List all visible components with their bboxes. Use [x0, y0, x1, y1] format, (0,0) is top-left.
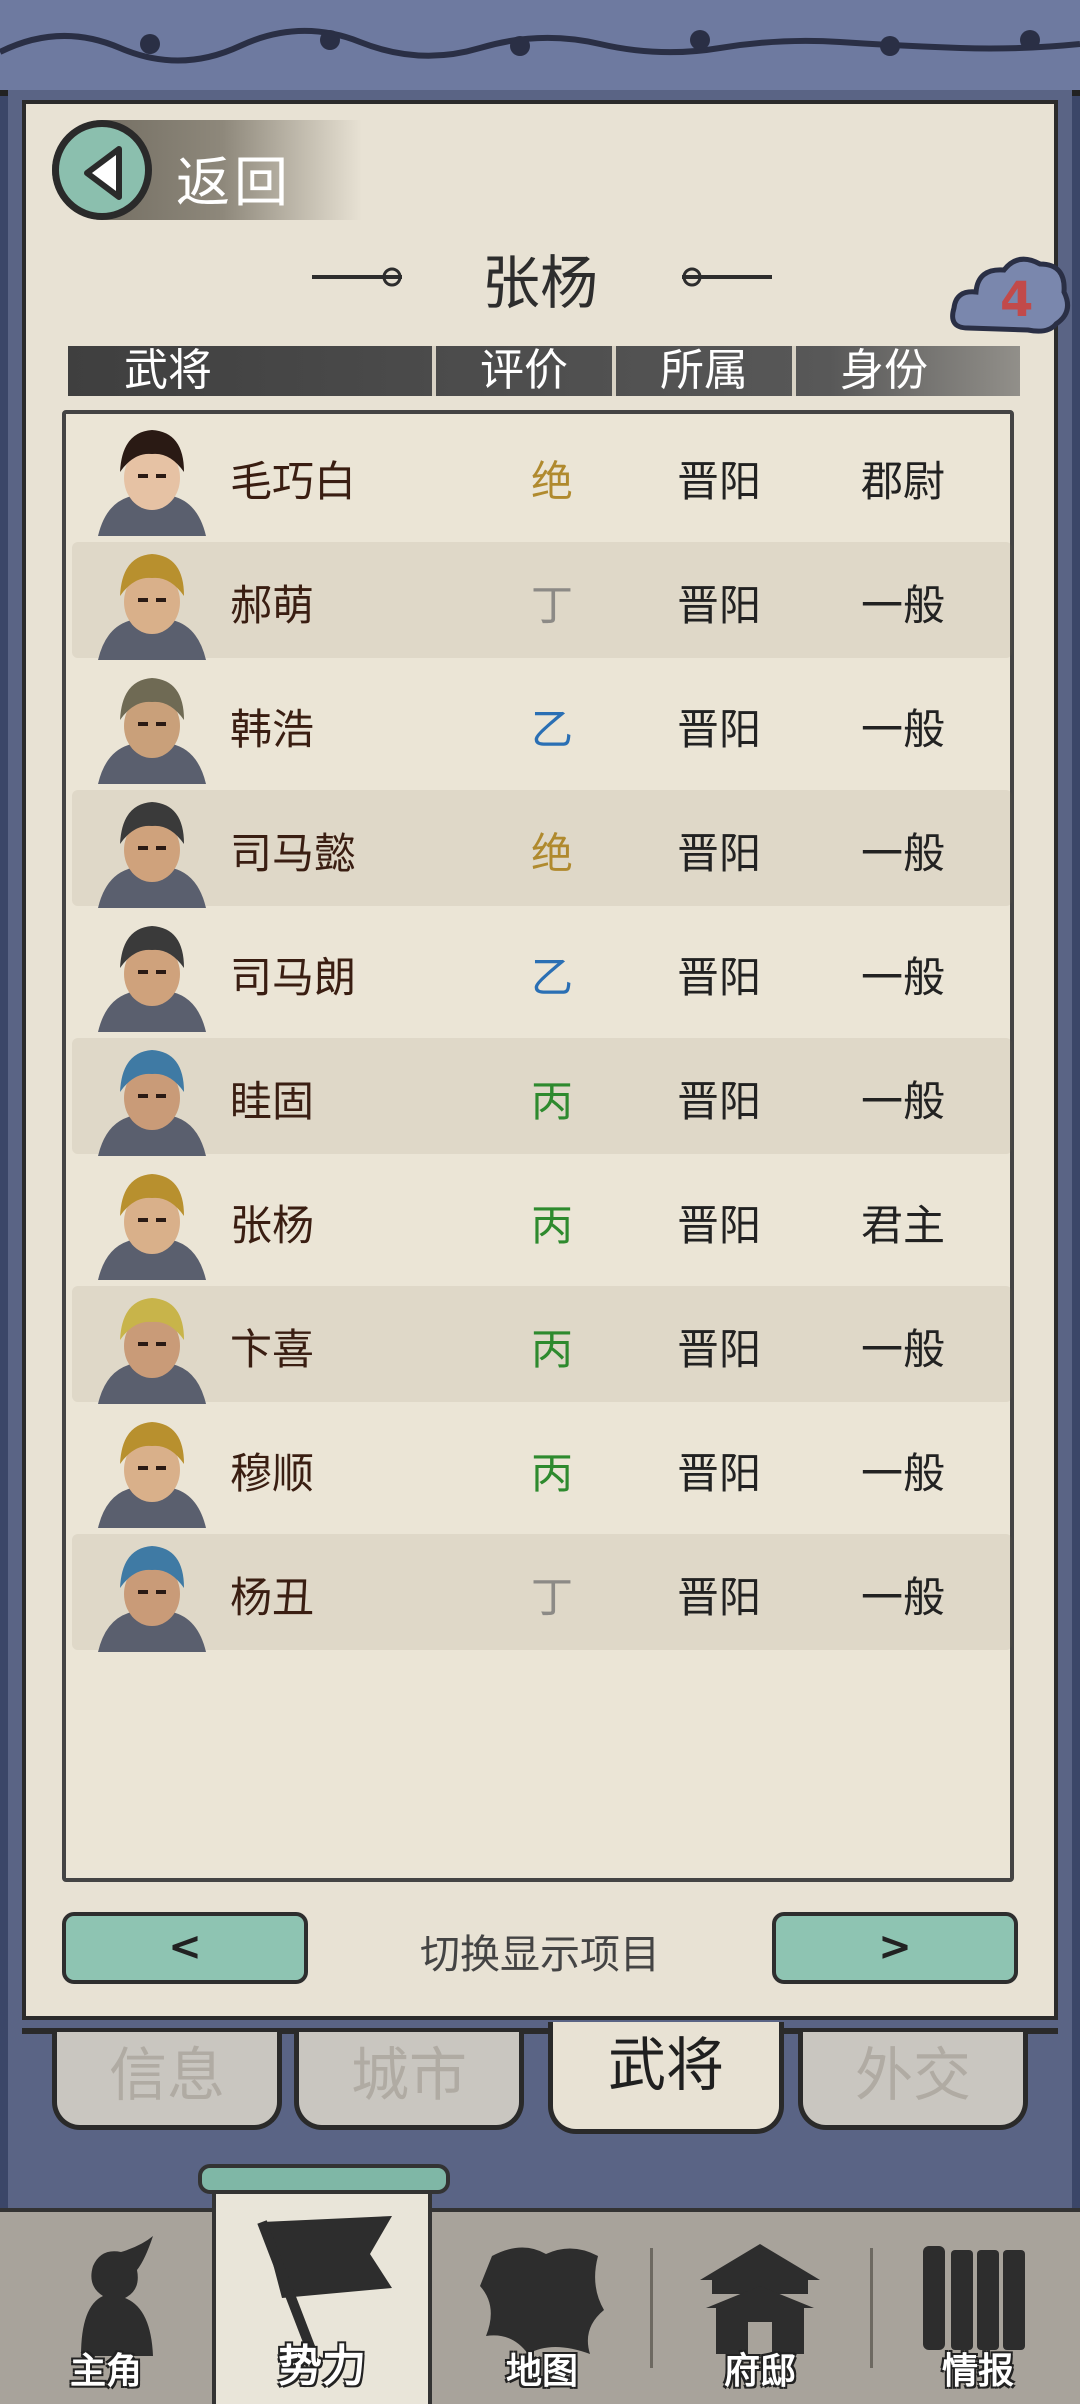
table-header: 武将 评价 所属 身份: [68, 346, 1020, 396]
gold-helmet-portrait: [98, 1174, 206, 1280]
nav-faction[interactable]: 势力: [212, 2182, 432, 2404]
general-name: 司马朗: [230, 953, 357, 1002]
general-status: 一般: [860, 705, 945, 754]
general-name: 眭固: [230, 1077, 315, 1126]
nav-intel[interactable]: 情报: [872, 2212, 1080, 2404]
title-ornament-right-icon: [682, 267, 772, 287]
warrior-icon: [81, 2236, 153, 2356]
general-grade: 丁: [530, 581, 573, 630]
nav-map[interactable]: 地图: [436, 2212, 648, 2404]
top-banner: [0, 0, 1080, 96]
general-grade: 丙: [530, 1325, 573, 1374]
next-display-button[interactable]: >: [772, 1912, 1018, 1984]
general-row[interactable]: 韩浩 乙 晋阳 一般: [72, 666, 1012, 784]
nav-label: 地图: [505, 2350, 578, 2392]
general-name: 韩浩: [230, 705, 315, 754]
blue-turban-portrait: [98, 1546, 206, 1652]
general-name: 司马懿: [230, 829, 357, 878]
general-status: 君主: [860, 1201, 945, 1250]
nav-label: 府邸: [723, 2350, 796, 2392]
general-affiliation: 晋阳: [676, 1325, 761, 1374]
badge-count: 4: [1000, 272, 1034, 328]
tab-info[interactable]: 信息: [52, 2032, 282, 2130]
helmet-portrait: [98, 678, 206, 784]
scroll-icon: [923, 2246, 1025, 2350]
header-affiliation: 所属: [660, 345, 748, 396]
general-affiliation: 晋阳: [676, 581, 761, 630]
general-row[interactable]: 张杨 丙 晋阳 君主: [72, 1162, 1012, 1280]
mansion-icon: [700, 2244, 820, 2354]
general-affiliation: 晋阳: [676, 705, 761, 754]
general-name: 穆顺: [230, 1449, 315, 1498]
general-grade: 丙: [530, 1077, 573, 1126]
general-affiliation: 晋阳: [676, 457, 761, 506]
nav-label: 情报: [941, 2350, 1014, 2392]
official-portrait: [98, 926, 206, 1032]
tab-cities[interactable]: 城市: [294, 2032, 524, 2130]
general-affiliation: 晋阳: [676, 1449, 761, 1498]
female-portrait: [98, 430, 206, 536]
header-grade: 评价: [480, 345, 568, 396]
active-nav-scroll-ornament: [198, 2164, 450, 2194]
yellow-turban-portrait: [98, 1298, 206, 1404]
general-grade: 绝: [530, 829, 573, 878]
nav-divider: [650, 2248, 653, 2368]
general-name: 张杨: [230, 1201, 315, 1250]
general-row[interactable]: 郝萌 丁 晋阳 一般: [72, 542, 1012, 660]
general-grade: 丙: [530, 1449, 573, 1498]
general-grade: 乙: [530, 705, 573, 754]
tab-diplomacy[interactable]: 外交: [798, 2032, 1028, 2130]
bottom-nav: 主角 势力 地图 府邸 情报: [0, 2182, 1080, 2404]
header-general: 武将: [124, 345, 212, 396]
map-icon: [480, 2247, 604, 2354]
page-title: 张杨: [481, 249, 598, 317]
general-list[interactable]: 毛巧白绝晋阳 郡尉 郝萌丁晋阳 一般 韩浩乙晋阳 一般 司马懿绝晋阳 一般 司马朗乙晋阳 一般 眭固…: [62, 410, 1014, 1882]
header-status: 身份: [840, 345, 928, 396]
general-status: 郡尉: [860, 457, 945, 506]
general-affiliation: 晋阳: [676, 1573, 761, 1622]
tab-generals[interactable]: 武将: [548, 2022, 784, 2134]
general-grade: 丙: [530, 1201, 573, 1250]
general-name: 卞喜: [230, 1325, 315, 1374]
general-grade: 绝: [530, 457, 573, 506]
general-row[interactable]: 司马朗 乙 晋阳 一般: [72, 914, 1012, 1032]
general-name: 杨丑: [230, 1573, 315, 1622]
general-status: 一般: [860, 829, 945, 878]
general-status: 一般: [860, 1325, 945, 1374]
blue-turban-portrait: [98, 1050, 206, 1156]
general-status: 一般: [860, 581, 945, 630]
back-button[interactable]: 返回: [52, 120, 362, 220]
general-affiliation: 晋阳: [676, 953, 761, 1002]
general-name: 郝萌: [230, 581, 315, 630]
back-label: 返回: [176, 151, 292, 214]
general-row[interactable]: 卞喜 丙 晋阳 一般: [72, 1286, 1012, 1404]
general-name: 毛巧白: [230, 457, 357, 506]
general-grade: 丁: [530, 1573, 573, 1622]
back-arrow-icon: [52, 120, 152, 220]
nav-label: 主角: [69, 2350, 142, 2392]
general-row[interactable]: 毛巧白 绝 晋阳 郡尉: [72, 418, 1012, 536]
general-status: 一般: [860, 1077, 945, 1126]
nav-protagonist[interactable]: 主角: [0, 2212, 212, 2404]
gold-helmet-portrait: [98, 554, 206, 660]
official-portrait: [98, 802, 206, 908]
general-status: 一般: [860, 1449, 945, 1498]
vine-decoration-icon: [0, 28, 1080, 64]
nav-label: 势力: [278, 2341, 366, 2392]
general-row[interactable]: 杨丑 丁 晋阳 一般: [72, 1534, 1012, 1652]
general-affiliation: 晋阳: [676, 829, 761, 878]
general-affiliation: 晋阳: [676, 1077, 761, 1126]
general-row[interactable]: 穆顺 丙 晋阳 一般: [72, 1410, 1012, 1528]
general-row[interactable]: 司马懿 绝 晋阳 一般: [72, 790, 1012, 908]
general-status: 一般: [860, 953, 945, 1002]
gold-helmet-portrait: [98, 1422, 206, 1528]
general-row[interactable]: 眭固 丙 晋阳 一般: [72, 1038, 1012, 1156]
general-status: 一般: [860, 1573, 945, 1622]
general-affiliation: 晋阳: [676, 1201, 761, 1250]
general-grade: 乙: [530, 953, 573, 1002]
nav-mansion[interactable]: 府邸: [654, 2212, 866, 2404]
